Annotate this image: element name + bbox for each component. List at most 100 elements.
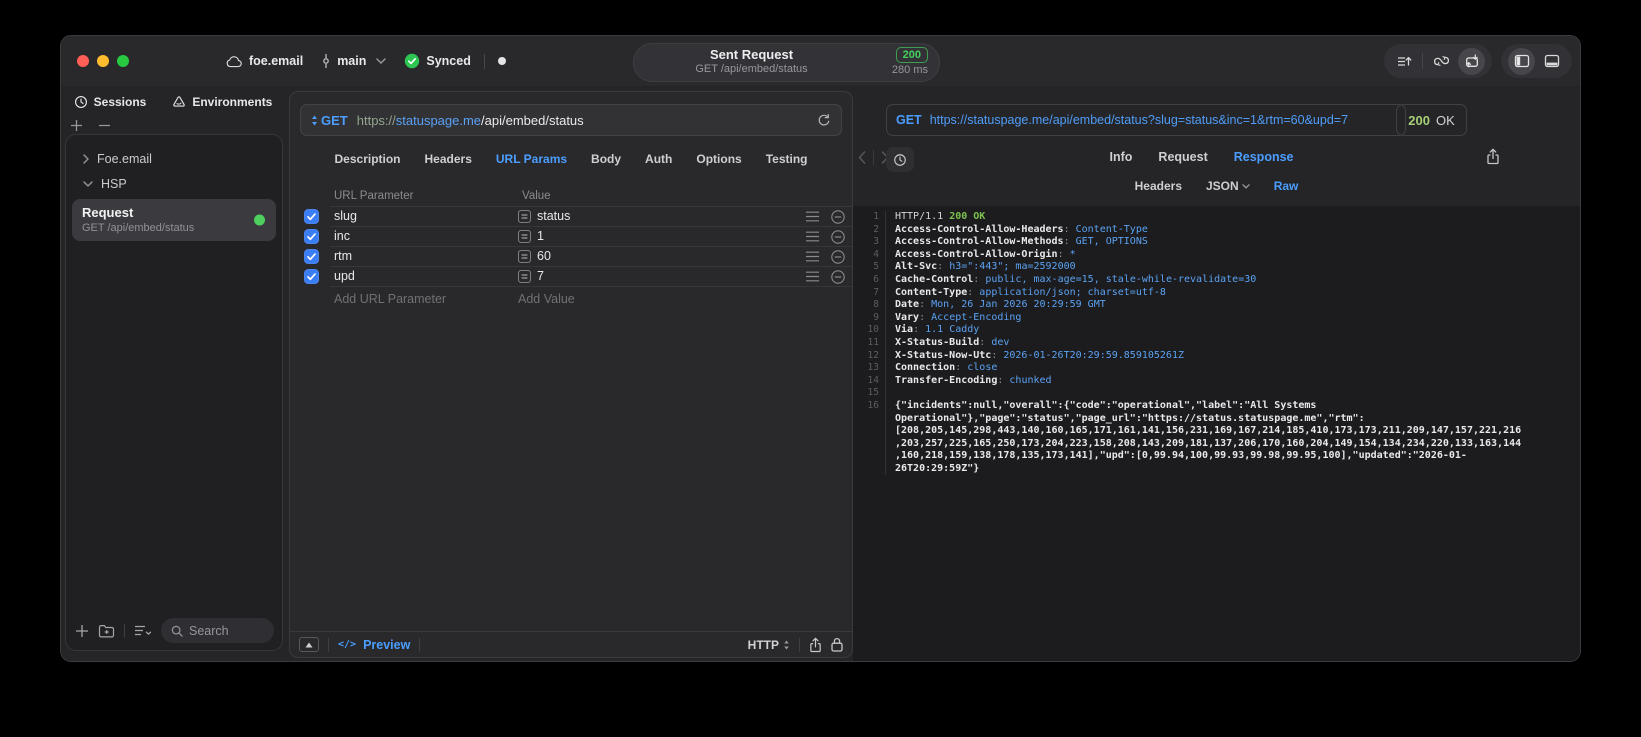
branch-name: main: [337, 54, 367, 68]
sync-status[interactable]: Synced: [404, 53, 471, 69]
tab-testing[interactable]: Testing: [766, 152, 808, 166]
resp-subtab-headers[interactable]: Headers: [1135, 179, 1182, 193]
param-checkbox[interactable]: [304, 209, 319, 224]
line-content: Via: 1.1 Caddy: [895, 324, 980, 336]
titlebar-divider: [483, 53, 485, 69]
branch-menu[interactable]: main: [321, 53, 387, 69]
content: Sessions Environments Foe.email HSP Requ…: [61, 86, 1580, 661]
line-content: HTTP/1.1 200 OK: [895, 211, 986, 222]
line-number: 5: [853, 261, 886, 274]
line-number: 6: [853, 273, 886, 287]
resp-tab-response[interactable]: Response: [1234, 150, 1294, 164]
param-name-field[interactable]: upd: [334, 269, 355, 283]
toggle-sidebar-icon[interactable]: [1508, 47, 1535, 75]
loop-button[interactable]: [1426, 46, 1456, 76]
tab-sessions[interactable]: Sessions: [74, 95, 147, 109]
group-hsp[interactable]: HSP: [66, 171, 282, 196]
tab-environments[interactable]: Environments: [172, 95, 272, 109]
param-row-rtm: rtm 60: [290, 247, 852, 267]
request-item-subtitle: GET /api/embed/status: [82, 222, 195, 234]
branch-icon: [321, 53, 331, 69]
method-selector[interactable]: GET: [311, 113, 348, 128]
tab-url-params[interactable]: URL Params: [496, 152, 567, 166]
row-menu-icon[interactable]: [806, 231, 819, 242]
resp-tab-info[interactable]: Info: [1110, 150, 1133, 164]
project-menu[interactable]: foe.email: [225, 54, 303, 68]
row-menu-icon[interactable]: [806, 271, 819, 282]
url-path: /api/embed/status: [481, 112, 584, 128]
resp-subtab-raw[interactable]: Raw: [1274, 179, 1299, 193]
tab-sessions-label: Sessions: [93, 95, 147, 109]
remove-icon[interactable]: [98, 119, 111, 132]
tab-headers[interactable]: Headers: [425, 152, 472, 166]
tab-environments-label: Environments: [192, 95, 273, 109]
preview-button[interactable]: </> Preview: [338, 638, 410, 652]
nav-back-icon[interactable]: [858, 151, 866, 164]
url-input[interactable]: https://statuspage.me/api/embed/status: [357, 113, 584, 128]
group-hsp-label: HSP: [101, 176, 127, 191]
row-menu-icon[interactable]: [806, 251, 819, 262]
code-line: 11 X-Status-Build: dev: [853, 336, 1580, 350]
toggle-bottom-panel-icon[interactable]: [1537, 46, 1567, 76]
protocol-selector[interactable]: HTTP: [748, 638, 790, 652]
response-status-box: 200 OK: [1396, 104, 1467, 136]
add-icon[interactable]: [70, 119, 83, 132]
line-number: 14: [853, 374, 886, 388]
line-number: 15: [853, 387, 886, 400]
sort-list-button[interactable]: [1389, 46, 1419, 76]
sent-url-box[interactable]: GET https://statuspage.me/api/embed/stat…: [886, 104, 1406, 136]
new-folder-icon[interactable]: [98, 623, 115, 638]
param-name-field[interactable]: slug: [334, 209, 357, 223]
import-export-button[interactable]: [1458, 47, 1485, 75]
tab-body[interactable]: Body: [591, 152, 621, 166]
sent-request-pill[interactable]: Sent Request GET /api/embed/status 200 2…: [633, 43, 940, 82]
collapse-panel-button[interactable]: [299, 637, 319, 652]
fullscreen-button[interactable]: [117, 55, 129, 67]
history-clock-button[interactable]: [886, 147, 914, 172]
row-delete-icon[interactable]: [831, 210, 845, 224]
view-options-icon[interactable]: [134, 624, 152, 637]
response-viewer: GET https://statuspage.me/api/embed/stat…: [853, 86, 1580, 661]
add-value[interactable]: Add Value: [518, 292, 575, 306]
history-clock-icon: [74, 95, 88, 109]
tab-auth[interactable]: Auth: [645, 152, 672, 166]
lock-icon[interactable]: [831, 637, 843, 652]
param-name-field[interactable]: inc: [334, 229, 350, 243]
minimize-button[interactable]: [97, 55, 109, 67]
close-button[interactable]: [77, 55, 89, 67]
row-menu-icon[interactable]: [806, 211, 819, 222]
resp-tab-request[interactable]: Request: [1158, 150, 1207, 164]
new-request-icon[interactable]: [75, 624, 89, 638]
param-value-field[interactable]: 7: [537, 269, 544, 283]
resend-icon[interactable]: [817, 113, 831, 128]
param-checkbox[interactable]: [304, 269, 319, 284]
group-foe-email[interactable]: Foe.email: [66, 146, 282, 171]
row-delete-icon[interactable]: [831, 230, 845, 244]
line-content: Cache-Control: public, max-age=15, stale…: [895, 273, 1257, 285]
search-input[interactable]: Search: [161, 618, 274, 643]
footer-divider: [328, 637, 329, 652]
code-line: 3 Access-Control-Allow-Methods: GET, OPTI…: [853, 236, 1580, 249]
share-icon[interactable]: [809, 637, 822, 653]
param-value-field[interactable]: 60: [537, 249, 551, 263]
param-value-field[interactable]: status: [537, 209, 570, 223]
param-value-field[interactable]: 1: [537, 229, 544, 243]
add-param-row: Add URL Parameter Add Value: [290, 287, 852, 309]
resp-subtab-json[interactable]: JSON: [1206, 179, 1250, 193]
toolbar-divider: [1422, 53, 1423, 69]
tab-options[interactable]: Options: [696, 152, 741, 166]
code-line: 10 Via: 1.1 Caddy: [853, 324, 1580, 337]
row-delete-icon[interactable]: [831, 250, 845, 264]
code-line: 13 Connection: close: [853, 362, 1580, 375]
request-list-item-selected[interactable]: Request GET /api/embed/status: [72, 199, 276, 241]
add-url-parameter[interactable]: Add URL Parameter: [334, 292, 446, 306]
param-name-field[interactable]: rtm: [334, 249, 352, 263]
tab-description[interactable]: Description: [335, 152, 401, 166]
export-icon[interactable]: [1486, 148, 1500, 165]
url-bar[interactable]: GET https://statuspage.me/api/embed/stat…: [300, 104, 842, 136]
column-value: Value: [522, 190, 551, 202]
param-checkbox[interactable]: [304, 229, 319, 244]
param-checkbox[interactable]: [304, 249, 319, 264]
row-delete-icon[interactable]: [831, 270, 845, 284]
sent-method-label: GET: [896, 113, 922, 127]
